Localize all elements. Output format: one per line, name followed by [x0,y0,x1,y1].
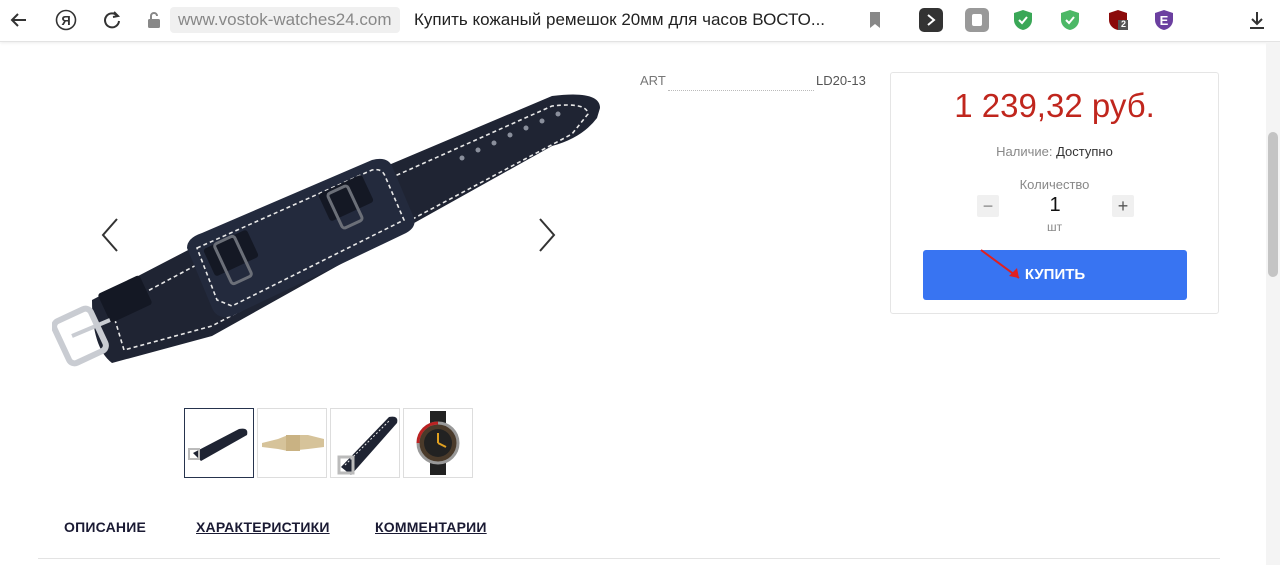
browser-toolbar: Я www.vostok-watches24.com Купить кожаны… [0,0,1280,42]
quantity-label: Количество [1019,177,1090,192]
product-main-image[interactable] [51,88,608,378]
thumbnail-2[interactable] [257,408,327,478]
thumbnail-1[interactable] [184,408,254,478]
quantity-input[interactable]: 1 [1031,194,1079,217]
page-scrollbar[interactable] [1266,42,1280,565]
extension-ublock-icon[interactable]: 2 [1106,8,1130,32]
thumbnail-4[interactable] [403,408,473,478]
quantity-unit: шт [1046,220,1063,234]
lock-icon[interactable] [141,7,167,33]
price: 1 239,32 руб. [954,87,1155,124]
page-tab-title: Купить кожаный ремешок 20мм для часов ВО… [414,10,826,29]
buy-button[interactable]: КУПИТЬ [923,249,1187,300]
bookmark-icon[interactable] [862,7,888,33]
tab-description[interactable]: ОПИСАНИЕ [64,519,146,535]
art-value: LD20-13 [816,73,866,88]
extension-dark-icon[interactable] [919,8,943,32]
extension-e-icon[interactable]: E [1152,8,1176,32]
thumbnail-strip [184,408,473,478]
availability-label: Наличие: [996,144,1053,159]
tab-characteristics[interactable]: ХАРАКТЕРИСТИКИ [196,519,330,535]
address-bar[interactable]: www.vostok-watches24.com [170,7,400,33]
yandex-icon[interactable]: Я [53,7,79,33]
back-arrow-icon[interactable] [6,7,32,33]
scrollbar-thumb[interactable] [1268,132,1278,277]
extension-generic-icon[interactable] [965,8,989,32]
availability: Наличие: Доступно [891,144,1218,159]
availability-value: Доступно [1056,144,1113,159]
extension-shield-green-icon[interactable] [1058,8,1082,32]
red-arrow-annotation-icon [980,249,1020,279]
buy-button-label: КУПИТЬ [1024,266,1086,283]
download-icon[interactable] [1244,7,1270,33]
reload-icon[interactable] [99,7,125,33]
art-dotted-leader [668,90,814,91]
thumbnail-3[interactable] [330,408,400,478]
tabs-divider [38,558,1220,559]
tab-comments[interactable]: КОММЕНТАРИИ [375,519,487,535]
quantity-plus-button[interactable]: + [1112,195,1134,217]
extension-shield-green-icon[interactable] [1011,8,1035,32]
quantity-minus-button[interactable]: − [977,195,999,217]
art-label: ART [640,73,666,88]
buy-box: 1 239,32 руб. Наличие: Доступно Количест… [890,72,1219,314]
